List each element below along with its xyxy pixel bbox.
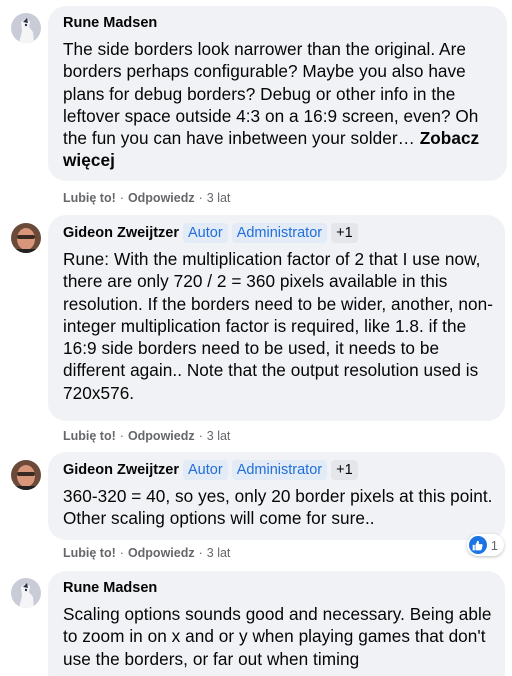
author-badge: Autor <box>183 223 228 243</box>
admin-badge: Administrator <box>231 460 328 480</box>
comment-author[interactable]: Rune Madsen <box>63 579 493 598</box>
reaction-number: 1 <box>490 537 498 553</box>
timestamp[interactable]: 3 lat <box>207 191 231 205</box>
comment-actions: Lubię to! · Odpowiedz · 3 lat <box>63 429 231 443</box>
comment-bubble: Rune Madsen The side borders look narrow… <box>48 6 507 181</box>
avatar[interactable] <box>11 13 41 43</box>
comment-author[interactable]: Gideon Zweijtzer Autor Administrator +1 <box>63 460 493 480</box>
avatar[interactable] <box>11 578 41 608</box>
comment-text: Scaling options sounds good and necessar… <box>63 604 492 669</box>
comment-text: The side borders look narrower than the … <box>63 39 480 171</box>
more-badges[interactable]: +1 <box>331 460 358 480</box>
comment-bubble: Gideon Zweijtzer Autor Administrator +1 … <box>48 215 505 421</box>
author-badge: Autor <box>183 460 228 480</box>
more-badges[interactable]: +1 <box>331 223 358 243</box>
timestamp[interactable]: 3 lat <box>207 429 231 443</box>
avatar[interactable] <box>11 460 41 490</box>
comment-text: Rune: With the multiplication factor of … <box>63 249 494 403</box>
like-icon <box>468 536 487 554</box>
comment-bubble: Gideon Zweijtzer Autor Administrator +1 … <box>48 452 505 540</box>
comment-author[interactable]: Gideon Zweijtzer Autor Administrator +1 <box>63 223 493 243</box>
reply-button[interactable]: Odpowiedz <box>128 429 195 443</box>
like-button[interactable]: Lubię to! <box>63 546 116 560</box>
reaction-count[interactable]: 1 <box>466 534 504 556</box>
reply-button[interactable]: Odpowiedz <box>128 191 195 205</box>
comment-author[interactable]: Rune Madsen <box>63 14 495 33</box>
comment-actions: Lubię to! · Odpowiedz · 3 lat <box>63 191 231 205</box>
admin-badge: Administrator <box>231 223 328 243</box>
avatar[interactable] <box>11 223 41 253</box>
like-button[interactable]: Lubię to! <box>63 191 116 205</box>
comment-actions: Lubię to! · Odpowiedz · 3 lat <box>63 546 231 560</box>
comment-text: 360-320 = 40, so yes, only 20 border pix… <box>63 486 493 529</box>
timestamp[interactable]: 3 lat <box>207 546 231 560</box>
like-button[interactable]: Lubię to! <box>63 429 116 443</box>
reply-button[interactable]: Odpowiedz <box>128 546 195 560</box>
comment-bubble: Rune Madsen Scaling options sounds good … <box>48 571 505 676</box>
